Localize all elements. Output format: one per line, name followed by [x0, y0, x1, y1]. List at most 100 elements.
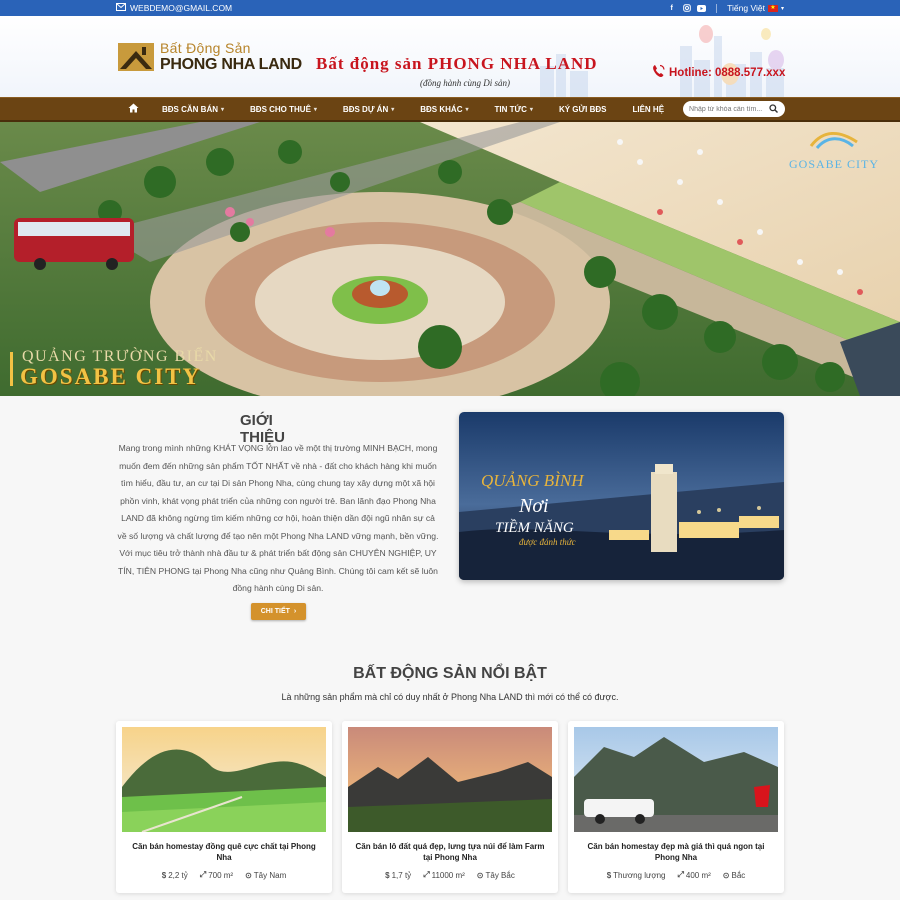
vietnam-flag-icon: ★: [767, 4, 778, 12]
intro-image: QUẢNG BÌNH Nơi TIỀM NĂNG được đánh thức: [459, 412, 784, 580]
property-card[interactable]: Căn bán homestay đồng quê cực chất tại P…: [116, 721, 332, 893]
intro-image-caption-3: TIỀM NĂNG: [495, 519, 574, 536]
property-thumbnail[interactable]: [574, 727, 778, 832]
mail-icon: [116, 3, 126, 13]
dollar-icon: $: [161, 870, 167, 880]
price: $2,2 tỷ: [162, 870, 188, 880]
area-value: 11000 m²: [431, 870, 465, 880]
intro-paragraph: Mang trong mình những KHÁT VỌNG lớn lao …: [117, 443, 439, 593]
divider: [716, 3, 718, 13]
price-value: Thương lượng: [613, 870, 666, 880]
chevron-down-icon: ▾: [313, 106, 317, 113]
instagram-icon[interactable]: [682, 4, 691, 13]
brand-title: Bất động sản PHONG NHA LAND: [316, 54, 598, 73]
detail-button[interactable]: CHI TIẾT ›: [251, 603, 306, 620]
property-title[interactable]: Căn bán homestay đẹp mà giá thì quá ngon…: [576, 841, 776, 863]
nav-tin-tuc[interactable]: TIN TỨC ▾: [482, 98, 546, 120]
property-title[interactable]: Căn bán lô đất quá đẹp, lưng tựa núi để …: [350, 841, 550, 863]
language-label: Tiếng Việt: [727, 3, 765, 13]
intro-image-caption-4: được đánh thức: [519, 537, 576, 547]
gosabe-badge: GOSABE CITY: [782, 128, 886, 172]
direction-value: Bắc: [731, 870, 746, 880]
youtube-icon[interactable]: [697, 4, 707, 13]
property-title[interactable]: Căn bán homestay đồng quê cực chất tại P…: [124, 841, 324, 863]
gosabe-wave-icon: [809, 132, 858, 150]
price-value: 2,2 tỷ: [168, 870, 188, 880]
property-meta: $ Thương lượng ⤢ 400 m² ⊙ Bắc: [568, 870, 784, 880]
featured-title: BẤT ĐỘNG SẢN NỔI BẬT: [353, 665, 547, 682]
property-card[interactable]: Căn bán homestay đẹp mà giá thì quá ngon…: [568, 721, 784, 893]
nav-label: BĐS CĂN BÁN: [162, 104, 218, 114]
nav-label: BĐS DỰ ÁN: [342, 104, 389, 114]
dollar-icon: $: [606, 870, 612, 880]
area: ⤢ 400 m²: [677, 870, 710, 880]
search-icon[interactable]: [769, 100, 779, 118]
site-logo[interactable]: Bất Động Sản PHONG NHA LAND: [118, 40, 302, 74]
property-card[interactable]: Căn bán lô đất quá đẹp, lưng tựa núi để …: [342, 721, 558, 893]
chevron-down-icon: ▾: [391, 106, 395, 113]
nav-bds-cho-thue[interactable]: BĐS CHO THUÊ ▾: [237, 98, 330, 120]
expand-icon: ⤢: [677, 870, 684, 879]
direction-value: Tây Nam: [253, 870, 287, 880]
compass-icon: ⊙: [476, 870, 484, 880]
search-input[interactable]: [689, 105, 770, 113]
nav-label: BĐS CHO THUÊ: [250, 104, 311, 114]
logo-line-2: PHONG NHA LAND: [160, 56, 302, 73]
area-value: 700 m²: [208, 870, 234, 880]
house-logo-icon: [118, 43, 154, 71]
main-nav: BĐS CĂN BÁN ▾ BĐS CHO THUÊ ▾ BĐS DỰ ÁN ▾ BĐ…: [0, 97, 900, 122]
nav-bds-can-ban[interactable]: BĐS CĂN BÁN ▾: [149, 98, 237, 120]
nav-home[interactable]: [118, 98, 149, 120]
price: $ Thương lượng: [607, 870, 666, 880]
chevron-down-icon: ▾: [780, 5, 784, 12]
featured-subtitle: Là những sản phẩm mà chỉ có duy nhất ở P…: [281, 692, 619, 702]
price: $1,7 tỷ: [385, 870, 411, 880]
direction: ⊙ Tây Nam: [245, 870, 286, 880]
nav-label: BĐS KHÁC: [420, 104, 463, 114]
logo-line-1: Bất Động Sản: [160, 40, 251, 56]
facebook-icon[interactable]: f: [667, 4, 676, 13]
nav-ky-gui[interactable]: KÝ GỬI BĐS: [546, 98, 620, 120]
compass-icon: ⊙: [245, 870, 252, 880]
language-selector[interactable]: Tiếng Việt ★ ▾: [727, 3, 784, 13]
chevron-down-icon: ▾: [465, 106, 469, 113]
direction: ⊙ Bắc: [723, 870, 746, 880]
dollar-icon: $: [385, 870, 390, 880]
direction: ⊙ Tây Bắc: [477, 870, 515, 880]
direction-value: Tây Bắc: [485, 870, 515, 880]
area: ⤢ 700 m²: [200, 870, 233, 880]
hotline-text: Hotline: 0888.577.xxx: [669, 66, 786, 79]
property-meta: $2,2 tỷ ⤢ 700 m² ⊙ Tây Nam: [116, 870, 332, 880]
hotline[interactable]: Hotline: 0888.577.xxx: [652, 64, 785, 81]
top-email[interactable]: WEBDEMO@GMAIL.COM: [116, 3, 232, 13]
email-text: WEBDEMO@GMAIL.COM: [130, 3, 233, 13]
brand-slogan: (đồng hành cùng Di sản): [420, 78, 510, 88]
nav-lien-he[interactable]: LIÊN HỆ: [619, 98, 677, 120]
chevron-right-icon: ›: [293, 608, 297, 615]
property-thumbnail[interactable]: [348, 727, 552, 832]
property-thumbnail[interactable]: [122, 727, 326, 832]
expand-icon: ⤢: [423, 870, 430, 879]
top-bar: WEBDEMO@GMAIL.COM f Tiếng Việt ★ ▾: [0, 0, 900, 16]
nav-label: LIÊN HỆ: [632, 104, 665, 114]
expand-icon: ⤢: [199, 870, 207, 879]
area-value: 400 m²: [685, 870, 711, 880]
hero-caption-line-2: GOSABE CITY: [20, 364, 202, 389]
phone-icon: [652, 64, 665, 81]
intro-image-caption-2: Nơi: [518, 495, 549, 517]
site-header: Bất Động Sản PHONG NHA LAND Bất động sản…: [0, 16, 900, 97]
nav-label: TIN TỨC: [494, 104, 527, 114]
caption-accent-bar: [10, 352, 13, 386]
compass-icon: ⊙: [722, 870, 730, 880]
chevron-down-icon: ▾: [221, 106, 225, 113]
detail-button-label: CHI TIẾT: [260, 608, 290, 615]
nav-bds-du-an[interactable]: BĐS DỰ ÁN ▾: [330, 98, 407, 120]
search-box: [683, 100, 786, 118]
nav-label: KÝ GỬI BĐS: [558, 104, 607, 114]
property-meta: $1,7 tỷ ⤢ 11000 m² ⊙ Tây Bắc: [342, 870, 558, 880]
price-value: 1,7 tỷ: [391, 870, 412, 880]
home-icon: [128, 103, 139, 115]
nav-bds-khac[interactable]: BĐS KHÁC ▾: [407, 98, 481, 120]
intro-image-caption-1: QUẢNG BÌNH: [481, 471, 585, 490]
chevron-down-icon: ▾: [529, 106, 533, 113]
